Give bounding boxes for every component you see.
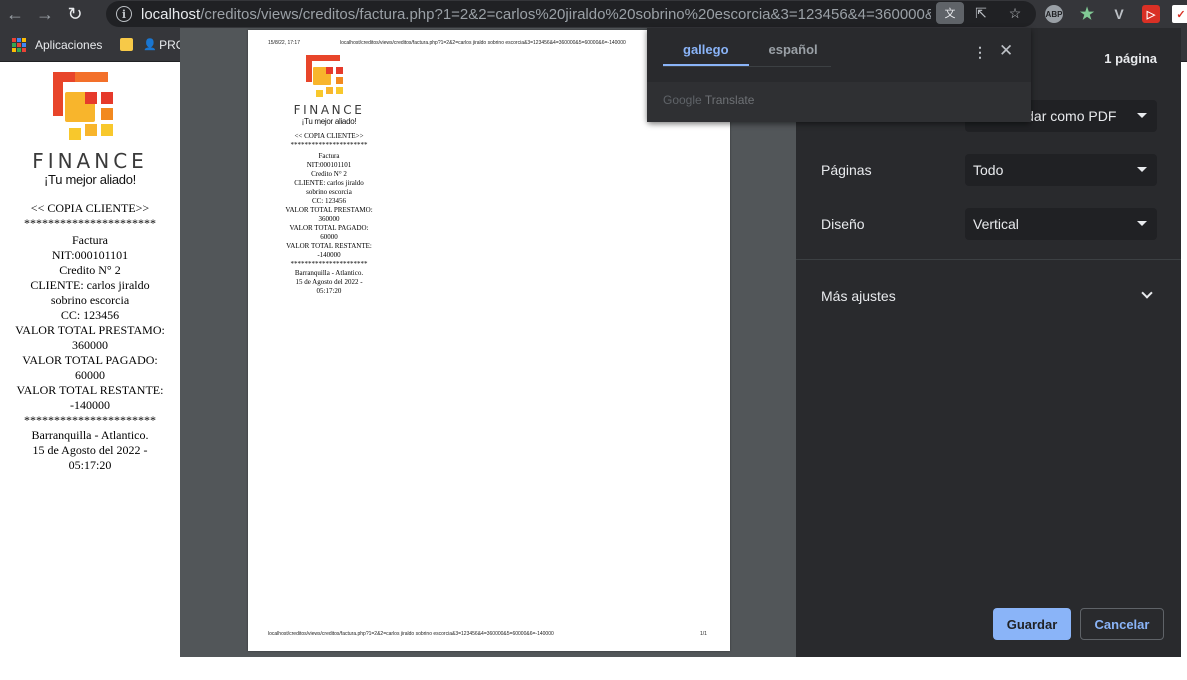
sheet-count: 1 página [1104, 51, 1157, 66]
pages-label: Páginas [821, 162, 872, 178]
remaining-total-value: -140000 [317, 251, 341, 259]
bookmark-pro[interactable]: 👤 PRO [143, 38, 185, 52]
finance-logo-mark-icon [52, 72, 128, 147]
more-options-icon[interactable]: ⋮ [973, 44, 987, 61]
logo-tagline: ¡Tu mejor aliado! [44, 172, 136, 187]
copy-label: << COPIA CLIENTE>> [294, 132, 364, 140]
google-translate-brand: Google Translate [663, 93, 755, 107]
check-extension-icon[interactable]: ✓ [1172, 5, 1187, 23]
print-preview-page: 15/8/22, 17:17 localhost/creditos/views/… [248, 30, 730, 651]
dropdown-caret-icon [1137, 113, 1147, 118]
bookmark-apps-label: Aplicaciones [35, 37, 103, 52]
nit: NIT:000101101 [51, 248, 129, 262]
back-arrow-icon[interactable]: ← [0, 0, 30, 28]
doc-type: Factura [72, 233, 108, 247]
receipt-text: << COPIA CLIENTE>> *********************… [0, 201, 180, 473]
client-name-cont: sobrino escorcia [306, 188, 352, 196]
translate-popup: gallego español ⋮ ✕ Google Translate [647, 28, 1031, 122]
address-bar[interactable]: i localhost/creditos/views/creditos/fact… [106, 1, 1036, 27]
dropdown-caret-icon [1137, 167, 1147, 172]
copy-label: << COPIA CLIENTE>> [30, 201, 150, 215]
paid-total-value: 60000 [320, 233, 338, 241]
bookmark-apps[interactable]: Aplicaciones [12, 37, 103, 52]
paid-total-label: VALOR TOTAL PAGADO: [22, 353, 158, 367]
pages-value: Todo [973, 162, 1004, 178]
bookmark-star-icon[interactable]: ☆ [1006, 4, 1024, 22]
preview-content: FINANCE ¡Tu mejor aliado! << COPIA CLIEN… [268, 55, 390, 296]
separator: ********************** [290, 260, 368, 268]
paid-total-value: 60000 [75, 368, 105, 382]
forward-arrow-icon[interactable]: → [30, 0, 60, 28]
separator: ********************** [24, 413, 156, 427]
loan-total-value: 360000 [318, 215, 340, 223]
translate-page-icon[interactable]: 文 [936, 2, 964, 24]
v-extension-icon[interactable]: V [1110, 5, 1128, 23]
more-settings-toggle[interactable]: Más ajustes [821, 288, 896, 304]
time-line: 05:17:20 [68, 458, 112, 472]
separator: ********************** [24, 216, 156, 230]
bookmark-folder[interactable] [120, 38, 143, 51]
client-name: CLIENTE: carlos jiraldo [294, 179, 364, 187]
remaining-total-label: VALOR TOTAL RESTANTE: [286, 242, 372, 250]
reload-icon[interactable]: ↻ [60, 0, 90, 28]
language-tabs: gallego español [663, 42, 831, 67]
video-extension-icon[interactable]: ▷ [1142, 5, 1160, 23]
client-name-cont: sobrino escorcia [50, 293, 130, 307]
separator: ********************** [290, 141, 368, 149]
nit: NIT:000101101 [306, 161, 352, 169]
date-line: 15 de Agosto del 2022 - [32, 443, 148, 457]
adblock-extension-icon[interactable]: ABP [1045, 5, 1063, 23]
tab-target-language[interactable]: español [769, 42, 818, 66]
finance-logo: FINANCE ¡Tu mejor aliado! [20, 72, 160, 187]
dropdown-caret-icon [1137, 221, 1147, 226]
paid-total-label: VALOR TOTAL PAGADO: [289, 224, 369, 232]
save-button[interactable]: Guardar [993, 608, 1071, 640]
tab-source-language[interactable]: gallego [663, 42, 749, 66]
print-header-date: 15/8/22, 17:17 [268, 40, 300, 46]
site-info-icon[interactable]: i [116, 6, 132, 22]
print-header-url: localhost/creditos/views/creditos/factur… [340, 40, 626, 46]
logo-wordmark: FINANCE [32, 149, 148, 173]
time-line: 05:17:20 [316, 287, 342, 295]
apps-grid-icon [12, 37, 26, 52]
folder-icon [120, 38, 134, 51]
translate-footer: Google Translate [647, 82, 1031, 122]
chevron-down-icon[interactable] [1141, 287, 1153, 299]
loan-total-label: VALOR TOTAL PRESTAMO: [285, 206, 373, 214]
print-page-number: 1/1 [700, 631, 707, 637]
browser-toolbar: ← → ↻ i localhost/creditos/views/credito… [0, 0, 1187, 28]
city: Barranquilla - Atlantico. [31, 428, 149, 442]
preview-logo-tagline: ¡Tu mejor aliado! [301, 117, 357, 126]
pages-select[interactable]: Todo [965, 154, 1157, 186]
layout-value: Vertical [973, 216, 1019, 232]
loan-total-label: VALOR TOTAL PRESTAMO: [15, 323, 165, 337]
share-icon[interactable]: ⇱ [972, 4, 990, 22]
date-line: 15 de Agosto del 2022 - [295, 278, 363, 286]
credit-number: Credito N° 2 [59, 263, 121, 277]
preview-logo-wordmark: FINANCE [293, 103, 365, 117]
cancel-button[interactable]: Cancelar [1080, 608, 1164, 640]
preview-receipt: << COPIA CLIENTE>> *********************… [268, 132, 390, 296]
preview-logo-mark-icon [306, 55, 352, 101]
divider [796, 259, 1181, 260]
layout-select[interactable]: Vertical [965, 208, 1157, 240]
city: Barranquilla - Atlantico. [294, 269, 364, 277]
invoice-page: FINANCE ¡Tu mejor aliado! << COPIA CLIEN… [0, 62, 180, 680]
client-cc: CC: 123456 [60, 308, 120, 322]
url-text[interactable]: localhost/creditos/views/creditos/factur… [141, 6, 931, 23]
person-icon: 👤 [143, 39, 158, 51]
loan-total-value: 360000 [72, 338, 108, 352]
star-extension-icon[interactable]: ★ [1078, 5, 1096, 23]
doc-type: Factura [318, 152, 340, 160]
layout-label: Diseño [821, 216, 865, 232]
remaining-total-label: VALOR TOTAL RESTANTE: [16, 383, 164, 397]
client-name: CLIENTE: carlos jiraldo [30, 278, 150, 292]
remaining-total-value: -140000 [70, 398, 110, 412]
print-settings-panel: 1 página Guardar como PDF Páginas Todo D… [796, 28, 1181, 657]
credit-number: Credito N° 2 [311, 170, 347, 178]
print-footer-url: localhost/creditos/views/creditos/factur… [268, 631, 554, 637]
client-cc: CC: 123456 [311, 197, 347, 205]
close-icon[interactable]: ✕ [999, 41, 1013, 61]
